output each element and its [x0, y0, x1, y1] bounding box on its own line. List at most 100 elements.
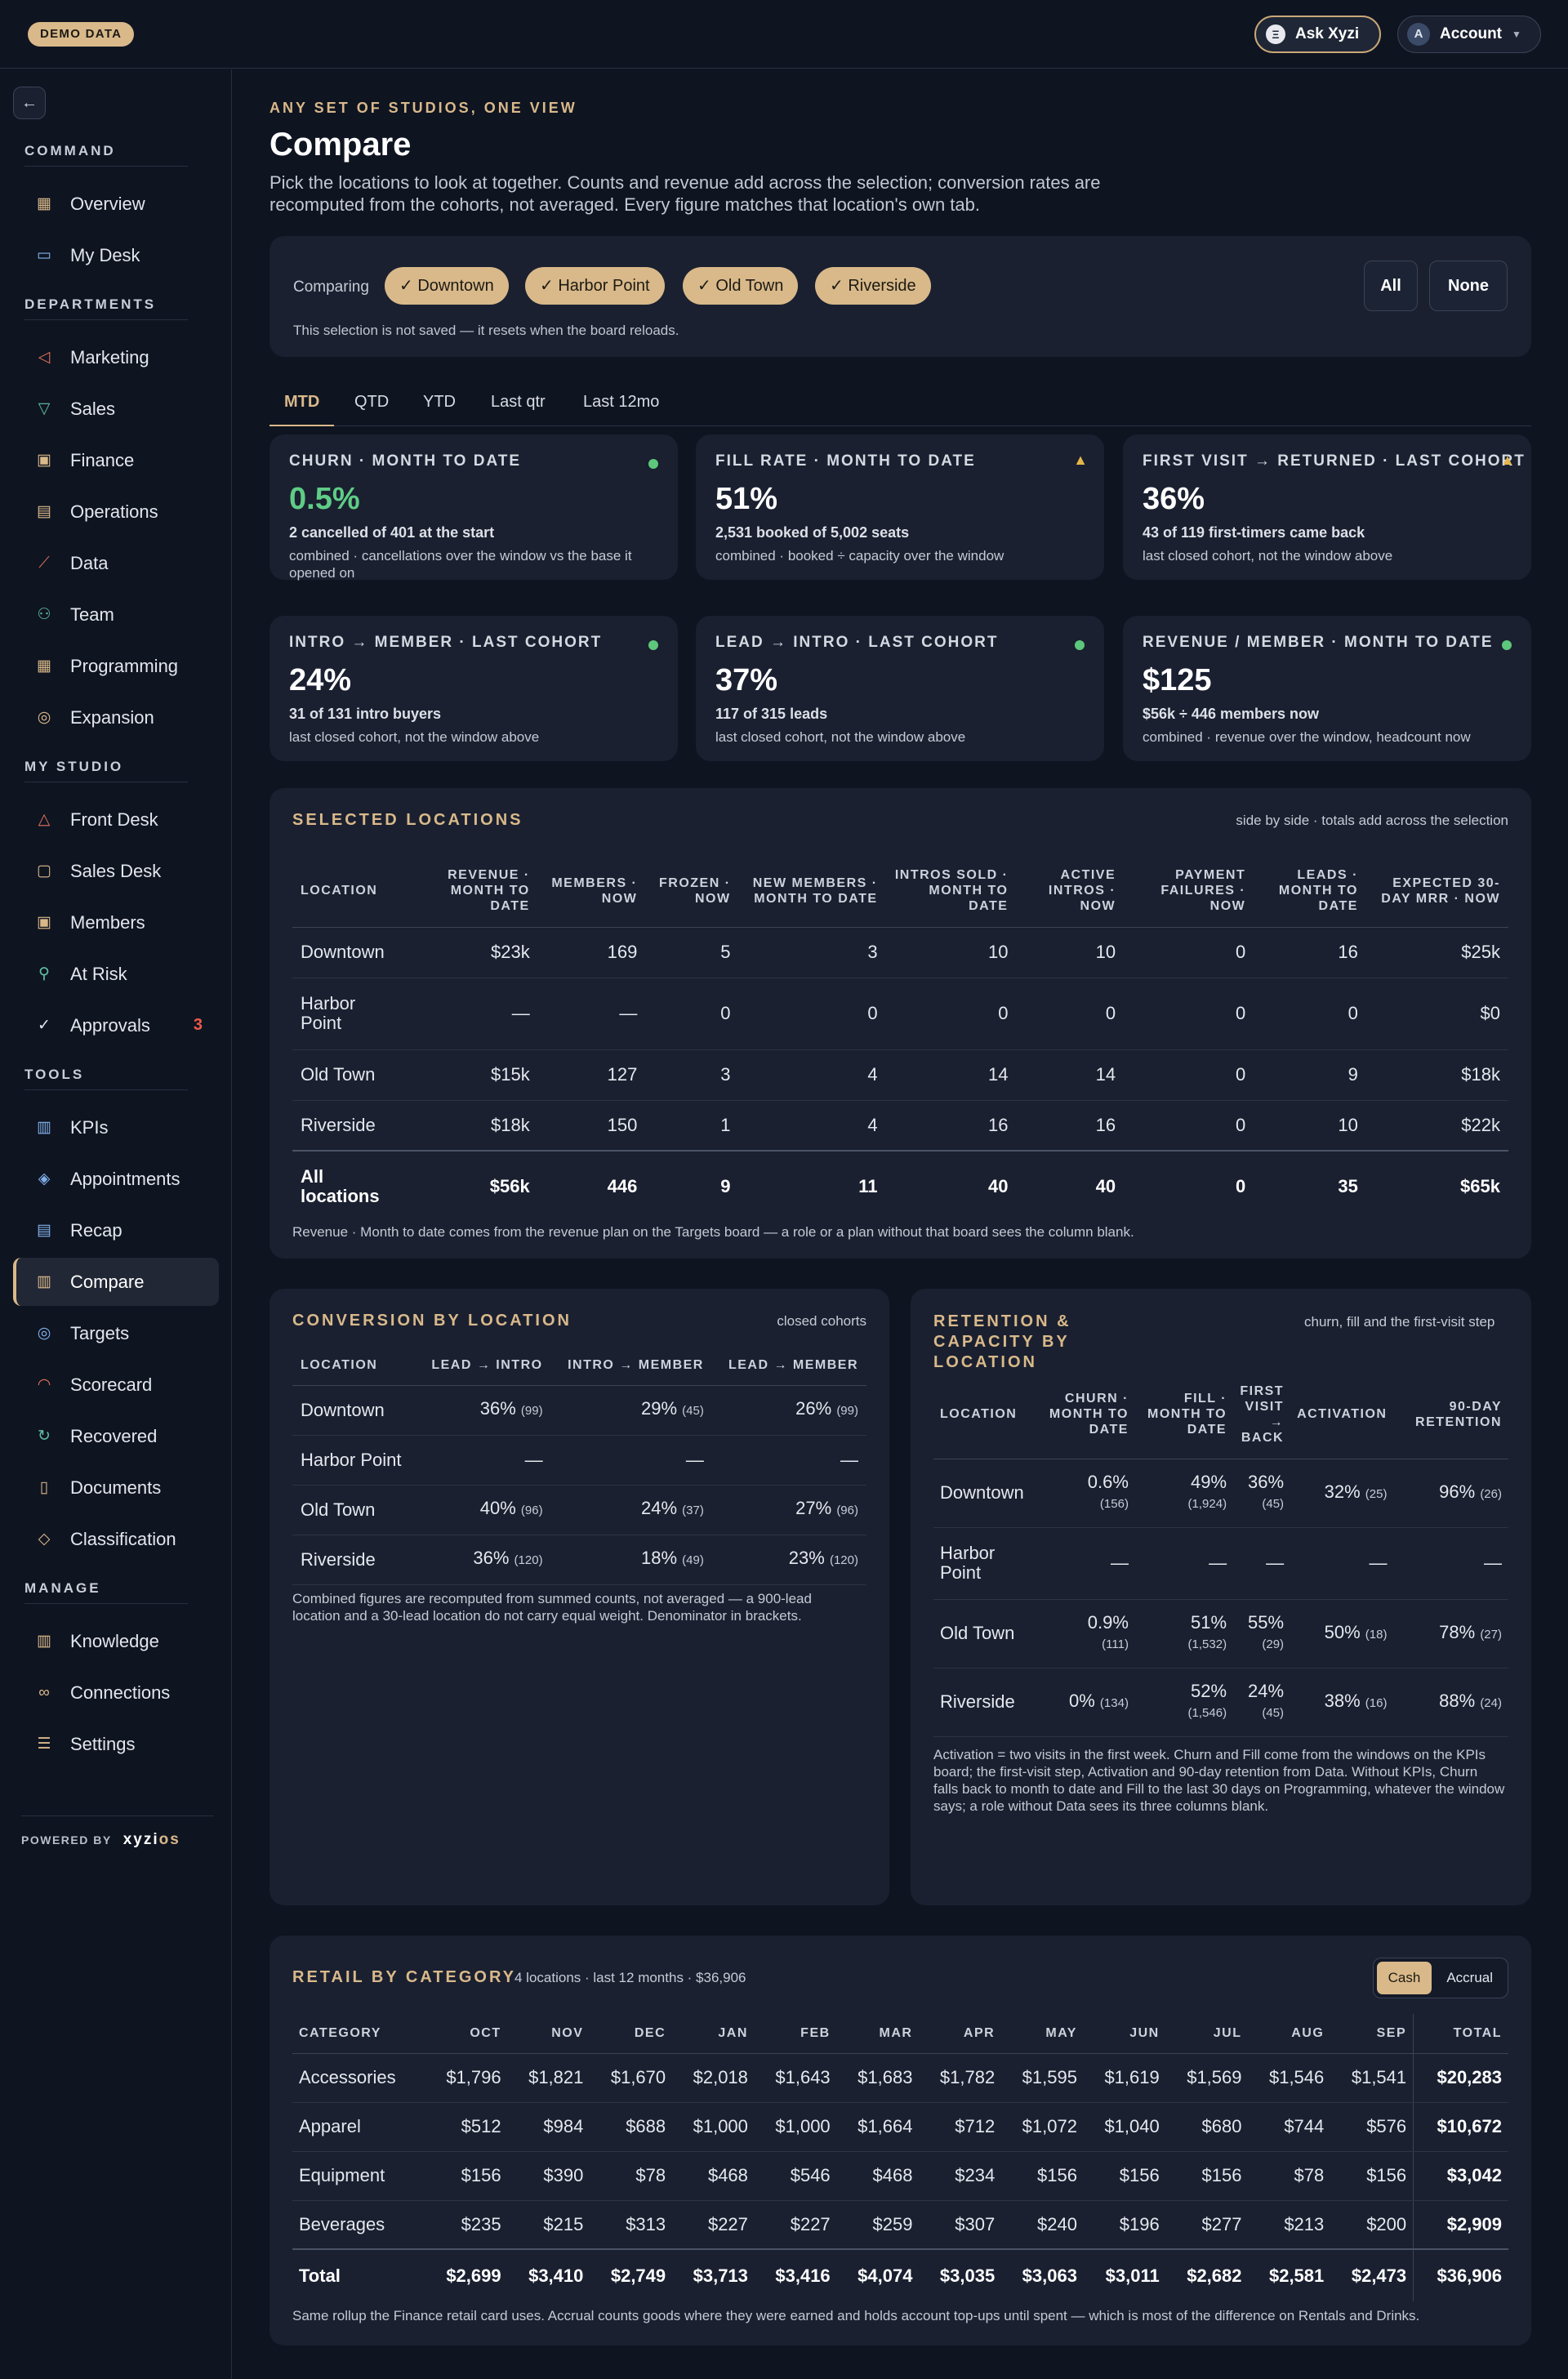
cell-value: —: [524, 1449, 543, 1470]
sidebar-item-overview[interactable]: ▦ Overview: [13, 180, 219, 228]
page-description: Pick the locations to look at together. …: [270, 172, 1101, 215]
sidebar-item-compare[interactable]: ▥ Compare: [13, 1258, 219, 1306]
sidebar-item-label: Targets: [70, 1322, 130, 1343]
table-cell: $200: [1330, 2200, 1414, 2250]
assistant-icon: Ξ: [1266, 25, 1285, 44]
selected-locations-table: LOCATION REVENUE · MONTH TO DATE MEMBERS ·…: [292, 855, 1508, 1221]
table-cell: $313: [590, 2200, 673, 2250]
cell-value: Riverside: [940, 1691, 1015, 1712]
message-icon: ▢: [37, 862, 51, 880]
table-footnote: Same rollup the Finance retail card uses…: [292, 2308, 1420, 2323]
sidebar-item-members[interactable]: ▣ Members: [13, 898, 219, 947]
sidebar-item-recap[interactable]: ▤ Recap: [13, 1206, 219, 1254]
collapse-sidebar-button[interactable]: ←: [13, 87, 46, 119]
table-cell: 18% (49): [550, 1535, 712, 1585]
total-cell: $4,074: [836, 2248, 920, 2301]
column-header: INTRO → MEMBER: [550, 1346, 712, 1386]
kpi-value: 36%: [1143, 482, 1205, 516]
cell-value: 27%: [795, 1498, 832, 1518]
cell-denominator: (96): [520, 1504, 543, 1517]
account-menu-button[interactable]: A Account ▼: [1397, 16, 1541, 53]
select-all-button[interactable]: All: [1364, 261, 1418, 311]
table-cell: $688: [590, 2102, 673, 2152]
section-subtitle: churn, fill and the first-visit step: [1304, 1314, 1495, 1330]
accrual-toggle[interactable]: Accrual: [1435, 1962, 1504, 1994]
total-cell: 11: [738, 1150, 886, 1221]
sidebar-item-sales[interactable]: ▽ Sales: [13, 385, 219, 433]
row-label: Riverside: [292, 1100, 407, 1152]
sidebar-item-data[interactable]: ⟋ Data: [13, 539, 219, 587]
kpi-detail: 2,531 booked of 5,002 seats: [715, 524, 910, 541]
table-cell: 0% (134): [1031, 1668, 1135, 1737]
sidebar-item-front-desk[interactable]: △ Front Desk: [13, 795, 219, 844]
funnel-icon: ▽: [38, 400, 51, 417]
sidebar-item-classification[interactable]: ◇ Classification: [13, 1515, 219, 1563]
total-cell: $3,410: [507, 2248, 590, 2301]
cell-value: —: [1209, 1553, 1227, 1573]
cell-denominator: (45): [1262, 1496, 1285, 1511]
sidebar-item-marketing[interactable]: ◁ Marketing: [13, 333, 219, 381]
table-row: Harbor Point — — — — —: [933, 1527, 1508, 1600]
column-header: LEADS · MONTH TO DATE: [1254, 855, 1366, 928]
bell-icon: △: [38, 811, 51, 828]
grid-icon: ▦: [37, 195, 51, 212]
chip-harbor-point[interactable]: ✓ Harbor Point: [525, 267, 665, 305]
sidebar-item-programming[interactable]: ▦ Programming: [13, 642, 219, 690]
sidebar-item-at-risk[interactable]: ⚲ At Risk: [13, 950, 219, 998]
sidebar-item-scorecard[interactable]: ◠ Scorecard: [13, 1361, 219, 1409]
sidebar-item-expansion[interactable]: ◎ Expansion: [13, 693, 219, 742]
sidebar-item-finance[interactable]: ▣ Finance: [13, 436, 219, 484]
tab-qtd[interactable]: QTD: [340, 377, 403, 426]
column-header: EXPECTED 30-DAY MRR · NOW: [1365, 855, 1508, 928]
column-header: APR: [919, 2014, 1002, 2054]
sidebar-item-my-desk[interactable]: ▭ My Desk: [13, 231, 219, 279]
section-tools: TOOLS: [24, 1067, 188, 1090]
sidebar-item-sales-desk[interactable]: ▢ Sales Desk: [13, 847, 219, 895]
tab-last-qtr[interactable]: Last qtr: [476, 377, 560, 426]
table-cell: $1,000: [754, 2102, 837, 2152]
sidebar-item-connections[interactable]: ∞ Connections: [13, 1668, 219, 1717]
chip-riverside[interactable]: ✓ Riverside: [815, 267, 931, 305]
tab-ytd[interactable]: YTD: [408, 377, 470, 426]
sidebar-item-appointments[interactable]: ◈ Appointments: [13, 1155, 219, 1203]
table-cell: 27% (96): [711, 1485, 866, 1535]
sidebar-item-approvals[interactable]: ✓ Approvals 3: [13, 1001, 219, 1049]
select-none-button[interactable]: None: [1429, 261, 1508, 311]
table-cell: 36% (99): [416, 1385, 551, 1436]
column-header: LEAD → INTRO: [416, 1346, 551, 1386]
table-cell: 36% (45): [1233, 1459, 1291, 1528]
ask-xyzi-button[interactable]: Ξ Ask Xyzi: [1254, 16, 1381, 53]
status-ok-icon: [1075, 640, 1085, 650]
table-cell: 0: [1124, 978, 1254, 1050]
cell-value: 0.6%: [1087, 1471, 1129, 1492]
kpi-title: CHURN · MONTH TO DATE: [289, 452, 522, 470]
sidebar-item-targets[interactable]: ◎ Targets: [13, 1309, 219, 1357]
tab-last-12mo[interactable]: Last 12mo: [568, 377, 674, 426]
total-cell: 446: [537, 1150, 646, 1221]
chip-downtown[interactable]: ✓ Downtown: [385, 267, 509, 305]
cash-toggle[interactable]: Cash: [1376, 1962, 1432, 1994]
sidebar-item-operations[interactable]: ▤ Operations: [13, 488, 219, 536]
table-cell: 24% (37): [550, 1485, 712, 1535]
sliders-icon: ☰: [37, 1735, 51, 1753]
sidebar-item-label: Compare: [70, 1271, 145, 1292]
sidebar-item-team[interactable]: ⚇ Team: [13, 590, 219, 639]
chip-old-town[interactable]: ✓ Old Town: [683, 267, 799, 305]
sidebar-item-recovered[interactable]: ↻ Recovered: [13, 1412, 219, 1460]
table-cell: 0: [738, 978, 886, 1050]
table-cell: $680: [1165, 2102, 1249, 2152]
sidebar-item-kpis[interactable]: ▥ KPIs: [13, 1103, 219, 1152]
tab-mtd[interactable]: MTD: [270, 377, 335, 426]
table-cell: $156: [425, 2151, 508, 2201]
page-eyebrow: ANY SET OF STUDIOS, ONE VIEW: [270, 100, 577, 116]
brand-name: xyzi: [122, 1831, 159, 1848]
cell-value: 52%: [1191, 1680, 1227, 1701]
cell-denominator: (25): [1365, 1486, 1388, 1501]
column-header: LOCATION: [933, 1370, 1031, 1459]
cell-value: 40%: [479, 1498, 516, 1518]
column-header: MAY: [1001, 2014, 1084, 2054]
table-row: Harbor Point — —0 0 0 0 0 0 $0: [292, 978, 1508, 1050]
sidebar-item-settings[interactable]: ☰ Settings: [13, 1720, 219, 1768]
sidebar-item-knowledge[interactable]: ▥ Knowledge: [13, 1617, 219, 1665]
sidebar-item-documents[interactable]: ▯ Documents: [13, 1463, 219, 1512]
